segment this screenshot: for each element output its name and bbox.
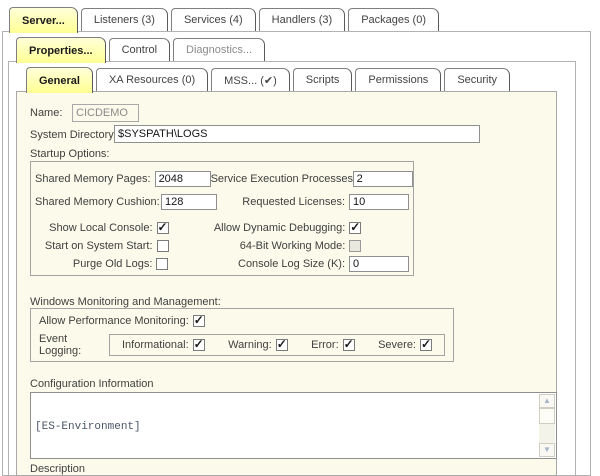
monitoring-group: Allow Performance Monitoring: Event Logg…: [30, 308, 454, 362]
tab-xa-resources[interactable]: XA Resources (0): [96, 68, 208, 91]
console-log-size-field[interactable]: [349, 256, 409, 272]
configuration-information-label: Configuration Information: [30, 378, 154, 390]
show-local-console-checkbox[interactable]: [157, 222, 169, 234]
error-label: Error:: [311, 339, 339, 351]
tab-bar-properties-level: Properties... Control Diagnostics...: [16, 37, 268, 63]
tab-control[interactable]: Control: [109, 38, 170, 61]
shared-memory-cushion-field[interactable]: [161, 194, 217, 210]
tab-diagnostics[interactable]: Diagnostics...: [173, 38, 265, 61]
monitoring-title: Windows Monitoring and Management:: [30, 296, 221, 308]
warning-checkbox[interactable]: [276, 339, 288, 351]
show-local-console-label: Show Local Console:: [35, 222, 157, 234]
name-label: Name:: [30, 107, 62, 119]
shared-memory-pages-field[interactable]: [155, 171, 211, 187]
start-on-system-start-checkbox[interactable]: [157, 240, 169, 252]
allow-performance-monitoring-label: Allow Performance Monitoring:: [39, 315, 189, 327]
system-directory-field[interactable]: [114, 125, 480, 143]
tab-properties[interactable]: Properties...: [16, 37, 106, 63]
tab-permissions[interactable]: Permissions: [355, 68, 441, 91]
requested-licenses-label: Requested Licenses:: [217, 196, 349, 208]
configuration-text: [ES-Environment] SYSPATH=D:DEMO2ES_CICS …: [35, 395, 537, 456]
startup-options-group: Shared Memory Pages: Service Execution P…: [30, 161, 414, 276]
scroll-down-icon[interactable]: ▼: [539, 443, 555, 457]
tab-packages[interactable]: Packages (0): [348, 8, 439, 31]
purge-old-logs-checkbox[interactable]: [156, 258, 168, 270]
tab-services[interactable]: Services (4): [171, 8, 256, 31]
64bit-working-mode-label: 64-Bit Working Mode:: [212, 240, 349, 252]
scroll-up-icon[interactable]: ▲: [539, 394, 555, 408]
console-log-size-label: Console Log Size (K):: [212, 258, 349, 270]
configuration-information-textarea[interactable]: [ES-Environment] SYSPATH=D:DEMO2ES_CICS …: [30, 392, 557, 459]
tab-server[interactable]: Server...: [9, 7, 78, 33]
scrollbar-thumb[interactable]: [539, 408, 555, 424]
start-on-system-start-label: Start on System Start:: [35, 240, 157, 252]
error-checkbox[interactable]: [343, 339, 355, 351]
startup-options-title: Startup Options:: [30, 148, 110, 160]
severe-label: Severe:: [378, 339, 416, 351]
purge-old-logs-label: Purge Old Logs:: [35, 258, 156, 270]
service-execution-processes-label: Service Execution Processes:: [211, 173, 353, 185]
event-logging-group: Informational: Warning: Error: Severe:: [109, 334, 445, 356]
allow-dynamic-debugging-checkbox[interactable]: [349, 222, 361, 234]
service-execution-processes-field[interactable]: [353, 171, 413, 187]
shared-memory-cushion-label: Shared Memory Cushion:: [35, 196, 161, 208]
shared-memory-pages-label: Shared Memory Pages:: [35, 173, 155, 185]
64bit-working-mode-checkbox: [349, 240, 361, 252]
description-label: Description: [30, 463, 85, 475]
allow-dynamic-debugging-label: Allow Dynamic Debugging:: [212, 222, 349, 234]
tab-security[interactable]: Security: [444, 68, 510, 91]
warning-label: Warning:: [228, 339, 272, 351]
tab-bar-server-level: Server... Listeners (3) Services (4) Han…: [9, 7, 442, 33]
tab-listeners[interactable]: Listeners (3): [81, 8, 168, 31]
severe-checkbox[interactable]: [420, 339, 432, 351]
tab-bar-general-level: General XA Resources (0) MSS... (✔) Scri…: [26, 67, 513, 93]
event-logging-label: Event Logging:: [39, 333, 109, 357]
allow-performance-monitoring-checkbox[interactable]: [193, 315, 205, 327]
requested-licenses-field[interactable]: [349, 194, 409, 210]
informational-checkbox[interactable]: [193, 339, 205, 351]
tab-mss[interactable]: MSS... (✔): [211, 68, 290, 91]
config-line: [ES-Environment]: [35, 421, 537, 434]
scrollbar[interactable]: ▲ ▼: [539, 394, 555, 457]
name-field: [72, 104, 139, 122]
tab-handlers[interactable]: Handlers (3): [259, 8, 346, 31]
tab-scripts[interactable]: Scripts: [293, 68, 353, 91]
tab-general[interactable]: General: [26, 67, 93, 93]
informational-label: Informational:: [122, 339, 189, 351]
system-directory-label: System Directory:: [30, 129, 117, 141]
